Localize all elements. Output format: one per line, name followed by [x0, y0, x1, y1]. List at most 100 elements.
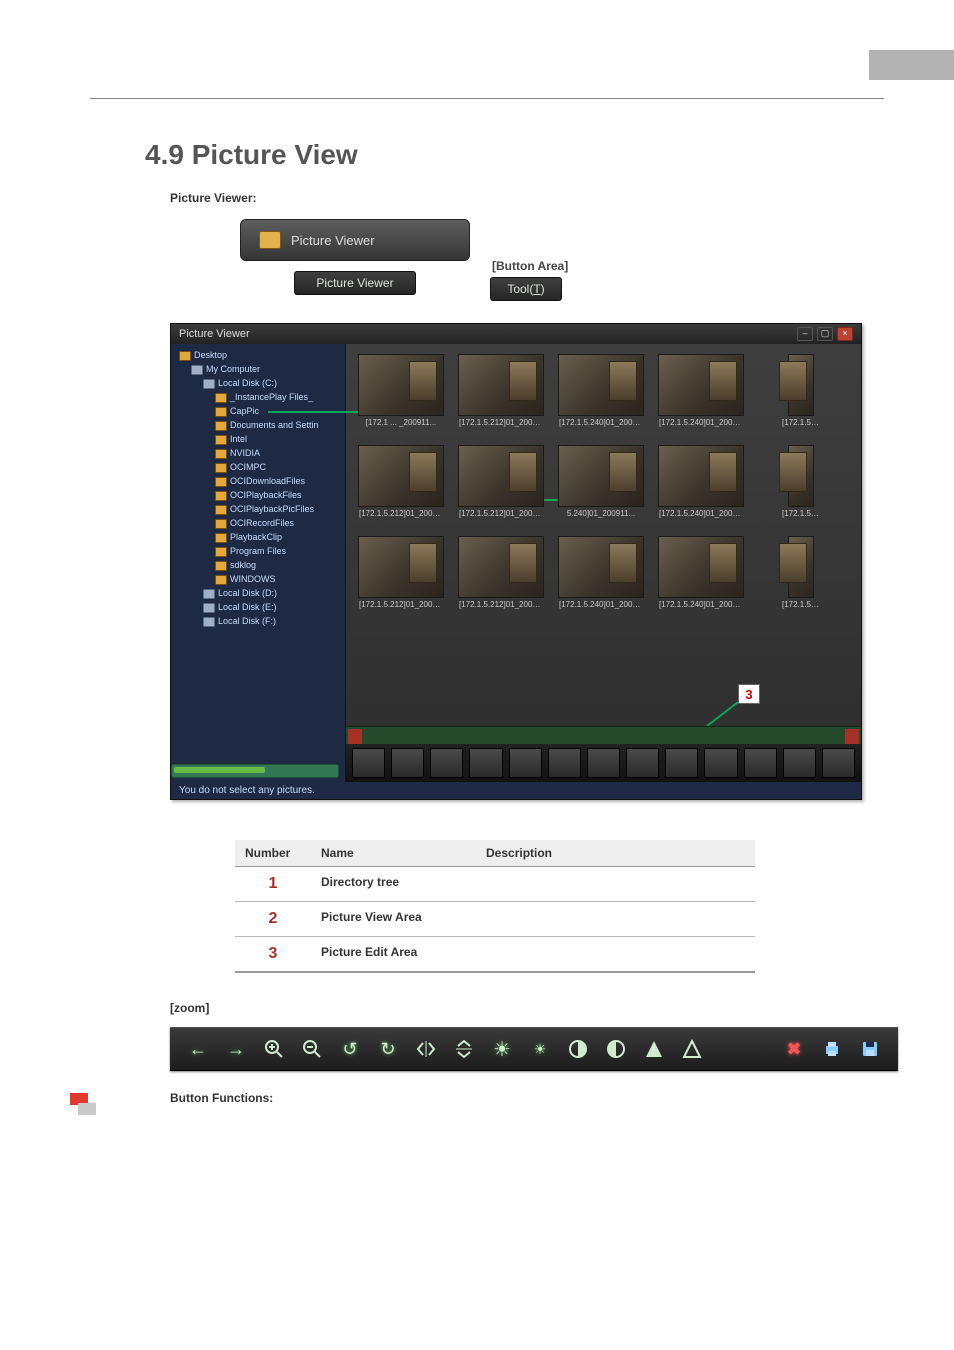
filmstrip-frame[interactable] [352, 748, 385, 778]
contrast-up-icon [568, 1039, 588, 1059]
intro-label: Picture Viewer: [170, 191, 256, 205]
contrast-up-button[interactable] [564, 1035, 592, 1063]
filmstrip-frame[interactable] [587, 748, 620, 778]
tree-node-label: PlaybackClip [230, 532, 282, 542]
tree-node[interactable]: OCIDownloadFiles [175, 474, 345, 488]
rotate-cw-button[interactable]: ↻ [374, 1035, 402, 1063]
filmstrip-frame[interactable] [548, 748, 581, 778]
contrast-down-button[interactable] [602, 1035, 630, 1063]
zoom-out-button[interactable] [298, 1035, 326, 1063]
thumbnail-label: [172.1.5.212]01_200911... [359, 600, 443, 609]
button-area-figure: Picture Viewer Picture Viewer [Button Ar… [240, 219, 884, 301]
tree-node[interactable]: Program Files [175, 544, 345, 558]
thumbnail[interactable]: [172.1.5.240]01_200911... [658, 445, 744, 518]
folder-icon [215, 547, 227, 557]
tree-node[interactable]: OCIRecordFiles [175, 516, 345, 530]
thumbnail-label: [172.1.5.240]01_200911... [559, 418, 643, 427]
delete-button[interactable]: ✖ [780, 1035, 808, 1063]
sharpen-down-button[interactable] [678, 1035, 706, 1063]
thumbnail-image [358, 354, 444, 416]
filmstrip-frame[interactable] [391, 748, 424, 778]
thumbnail[interactable]: [172.1.5.212]01_200911... [458, 536, 544, 609]
sharpen-up-button[interactable] [640, 1035, 668, 1063]
table-row: 3Picture Edit Area [235, 937, 755, 973]
brightness-up-icon: ☀ [493, 1037, 511, 1062]
thumbnail-image [458, 536, 544, 598]
tree-node[interactable]: WINDOWS [175, 572, 345, 586]
tool-menu-tab[interactable]: Tool(T) [490, 277, 562, 301]
tree-node[interactable]: Local Disk (F:) [175, 614, 345, 628]
button-functions-heading: Button Functions: [170, 1091, 884, 1105]
close-button[interactable]: × [837, 327, 853, 341]
thumbnail[interactable]: [172.1.5.212]01_20091... [458, 445, 544, 518]
thumbnail[interactable]: 5.240]01_200911... [558, 445, 644, 518]
tree-node[interactable]: Desktop [175, 348, 345, 362]
tree-node[interactable]: OCIMPC [175, 460, 345, 474]
filmstrip-frame[interactable] [665, 748, 698, 778]
picture-view-area[interactable]: 1 2 3 [172.1 ... _200911...[172.1.5.212]… [346, 344, 861, 782]
filmstrip-frame[interactable] [744, 748, 777, 778]
filmstrip-frame[interactable] [822, 748, 855, 778]
tree-node[interactable]: OCIPlaybackPicFiles [175, 502, 345, 516]
thumbnail[interactable]: [172.1.5.212]01_200911... [358, 536, 444, 609]
flip-horizontal-button[interactable] [412, 1035, 440, 1063]
tree-node[interactable]: Documents and Settin [175, 418, 345, 432]
thumbnail-label: [172.1.5.212]01_200911... [359, 509, 443, 518]
print-button[interactable] [818, 1035, 846, 1063]
thumbnail[interactable]: [172.1.5.240 [758, 445, 844, 518]
tree-node-label: Intel [230, 434, 247, 444]
col-number: Number [235, 840, 311, 867]
tree-node[interactable]: PlaybackClip [175, 530, 345, 544]
tree-node-label: sdklog [230, 560, 256, 570]
filmstrip-frame[interactable] [626, 748, 659, 778]
thumbnail[interactable]: [172.1.5.240 [758, 354, 844, 427]
filmstrip-frame[interactable] [469, 748, 502, 778]
picture-viewer-sub-tab[interactable]: Picture Viewer [294, 271, 416, 295]
tree-node[interactable]: Local Disk (C:) [175, 376, 345, 390]
filmstrip-frame[interactable] [430, 748, 463, 778]
picture-edit-area[interactable] [346, 744, 861, 782]
filmstrip-frame[interactable] [783, 748, 816, 778]
tree-node[interactable]: OCIPlaybackFiles [175, 488, 345, 502]
next-button[interactable]: → [222, 1035, 250, 1063]
tree-scrollbar[interactable] [171, 764, 339, 778]
flip-vertical-button[interactable] [450, 1035, 478, 1063]
thumbnail[interactable]: [172.1.5.212]01_200911... [458, 354, 544, 427]
tree-node[interactable]: sdklog [175, 558, 345, 572]
tree-node-label: CapPic [230, 406, 259, 416]
rotate-ccw-icon: ↺ [342, 1039, 357, 1060]
tree-node[interactable]: NVIDIA [175, 446, 345, 460]
filmstrip-frame[interactable] [704, 748, 737, 778]
save-button[interactable] [856, 1035, 884, 1063]
thumbnail[interactable]: [172.1.5.240]01_200911... [658, 536, 744, 609]
thumbnail[interactable]: [172.1.5.212]01_200911... [358, 445, 444, 518]
brightness-down-button[interactable]: ☀ [526, 1035, 554, 1063]
rotate-ccw-button[interactable]: ↺ [336, 1035, 364, 1063]
tree-node[interactable]: My Computer [175, 362, 345, 376]
tree-node[interactable]: Intel [175, 432, 345, 446]
filmstrip-frame[interactable] [509, 748, 542, 778]
tree-node[interactable]: _InstancePlay Files_ [175, 390, 345, 404]
tree-node[interactable]: Local Disk (E:) [175, 600, 345, 614]
directory-tree[interactable]: DesktopMy ComputerLocal Disk (C:)_Instan… [171, 344, 346, 782]
thumbnail[interactable]: [172.1.5.240]01_200911... [558, 536, 644, 609]
status-bar: You do not select any pictures. [171, 782, 861, 799]
minimize-button[interactable]: – [797, 327, 813, 341]
tree-node-label: OCIRecordFiles [230, 518, 294, 528]
save-icon [860, 1039, 880, 1059]
thumbnail[interactable]: [172.1.5.240]01_200911... [658, 354, 744, 427]
thumbnail-label: [172.1.5.212]01_200911... [459, 600, 543, 609]
legend-name: Directory tree [311, 867, 476, 902]
maximize-button[interactable]: ▢ [817, 327, 833, 341]
picture-viewer-tab-label: Picture Viewer [291, 233, 375, 248]
thumbnail[interactable]: [172.1.5.240]01_200911... [558, 354, 644, 427]
zoom-in-button[interactable] [260, 1035, 288, 1063]
picture-viewer-tab[interactable]: Picture Viewer [240, 219, 470, 261]
thumbnail[interactable]: [172.1.5.240 [758, 536, 844, 609]
brightness-up-button[interactable]: ☀ [488, 1035, 516, 1063]
tree-node[interactable]: CapPic [175, 404, 345, 418]
tree-node[interactable]: Local Disk (D:) [175, 586, 345, 600]
thumbnail[interactable]: [172.1 ... _200911... [358, 354, 444, 427]
prev-button[interactable]: ← [184, 1035, 212, 1063]
thumbnail-label: [172.1.5.240]01_200911... [659, 418, 743, 427]
